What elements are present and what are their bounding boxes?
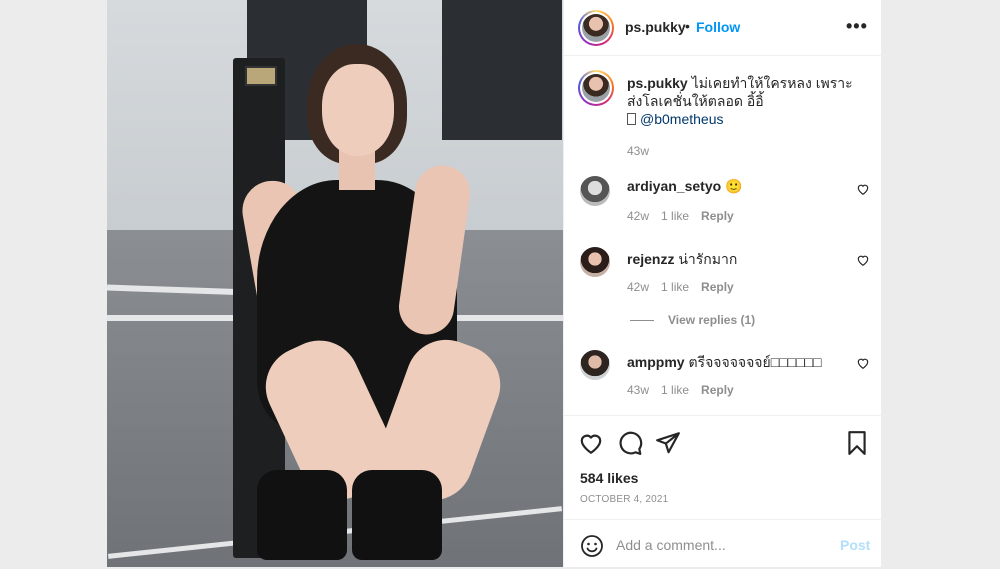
- heart-icon[interactable]: [856, 253, 870, 267]
- caption-username[interactable]: ps.pukky: [627, 75, 688, 91]
- photo-person-boot: [352, 470, 442, 560]
- comment-body: น่ารักมาก: [678, 251, 738, 267]
- post-photo[interactable]: [107, 0, 563, 567]
- comment-reply-button[interactable]: Reply: [701, 209, 734, 223]
- caption-text-block: ps.pukky ไม่เคยทำให้ใครหลง เพราะส่งโลเคชั…: [627, 74, 867, 160]
- comment-username[interactable]: rejenzz: [627, 251, 674, 267]
- post-actions: 584 likes OCTOBER 4, 2021 Post: [564, 415, 882, 569]
- caption-time[interactable]: 43w: [627, 142, 867, 160]
- post-side-panel: ps.pukky • Follow ••• ps.pukky ไม่เคยทำให…: [563, 0, 882, 569]
- author-avatar[interactable]: [578, 10, 614, 46]
- caption-avatar[interactable]: [578, 70, 614, 106]
- comment-input[interactable]: [616, 533, 826, 557]
- missing-glyph-icon: [627, 113, 636, 125]
- comment-reply-button[interactable]: Reply: [701, 280, 734, 294]
- emoji-smile-icon[interactable]: [580, 534, 604, 558]
- comment-likes[interactable]: 1 like: [661, 280, 689, 294]
- comment-text: rejenzz น่ารักมาก: [627, 249, 737, 271]
- comment-likes[interactable]: 1 like: [661, 383, 689, 397]
- comment-avatar[interactable]: [580, 176, 610, 206]
- comment-username[interactable]: amppmy: [627, 354, 685, 370]
- photo-window-right: [442, 0, 562, 140]
- photo-person-neck: [339, 150, 375, 190]
- photo-person-face: [322, 64, 394, 156]
- comment-reply-button[interactable]: Reply: [701, 383, 734, 397]
- comment-row: amppmy ตรีจจจจจจจย์□□□□□□ 43w 1 like Reply: [564, 350, 882, 410]
- comment-time[interactable]: 42w: [627, 280, 649, 294]
- comment-avatar[interactable]: [580, 350, 610, 380]
- post-header: ps.pukky • Follow •••: [564, 0, 882, 56]
- comment-text: amppmy ตรีจจจจจจจย์□□□□□□: [627, 352, 821, 374]
- comment-bubble-icon[interactable]: [617, 430, 643, 456]
- paper-plane-icon[interactable]: [655, 430, 681, 456]
- comment-row: ardiyan_setyo 🙂 42w 1 like Reply: [564, 176, 882, 236]
- comment-meta: 43w 1 like Reply: [627, 383, 746, 397]
- comment-username[interactable]: ardiyan_setyo: [627, 178, 721, 194]
- follow-button[interactable]: Follow: [696, 19, 740, 35]
- heart-icon[interactable]: [856, 356, 870, 370]
- comment-likes[interactable]: 1 like: [661, 209, 689, 223]
- comment-composer: Post: [564, 519, 882, 569]
- heart-icon[interactable]: [856, 182, 870, 196]
- view-replies-line: [630, 320, 654, 321]
- comment-meta: 42w 1 like Reply: [627, 280, 746, 294]
- caption-mention[interactable]: @b0metheus: [640, 111, 723, 127]
- header-separator: •: [685, 18, 690, 34]
- comment-body: 🙂: [725, 178, 743, 194]
- comment-avatar[interactable]: [580, 247, 610, 277]
- comment-text: ardiyan_setyo 🙂: [627, 178, 743, 195]
- post-date[interactable]: OCTOBER 4, 2021: [580, 494, 668, 505]
- bookmark-icon[interactable]: [844, 430, 870, 456]
- comment-row: rejenzz น่ารักมาก 42w 1 like Reply: [564, 247, 882, 307]
- comment-time[interactable]: 43w: [627, 383, 649, 397]
- more-dots-icon[interactable]: •••: [846, 16, 868, 37]
- comment-meta: 42w 1 like Reply: [627, 209, 746, 223]
- instagram-post-viewer: ps.pukky • Follow ••• ps.pukky ไม่เคยทำให…: [0, 0, 1000, 567]
- comment-body: ตรีจจจจจจจย์□□□□□□: [688, 354, 822, 370]
- likes-count[interactable]: 584 likes: [580, 470, 638, 486]
- photo-person-boot: [257, 470, 347, 560]
- post-comment-button[interactable]: Post: [840, 537, 870, 553]
- comment-time[interactable]: 42w: [627, 209, 649, 223]
- view-replies-button[interactable]: View replies (1): [668, 313, 755, 327]
- author-username[interactable]: ps.pukky: [625, 19, 686, 35]
- heart-icon[interactable]: [578, 430, 604, 456]
- photo-bollard-cap: [245, 66, 277, 86]
